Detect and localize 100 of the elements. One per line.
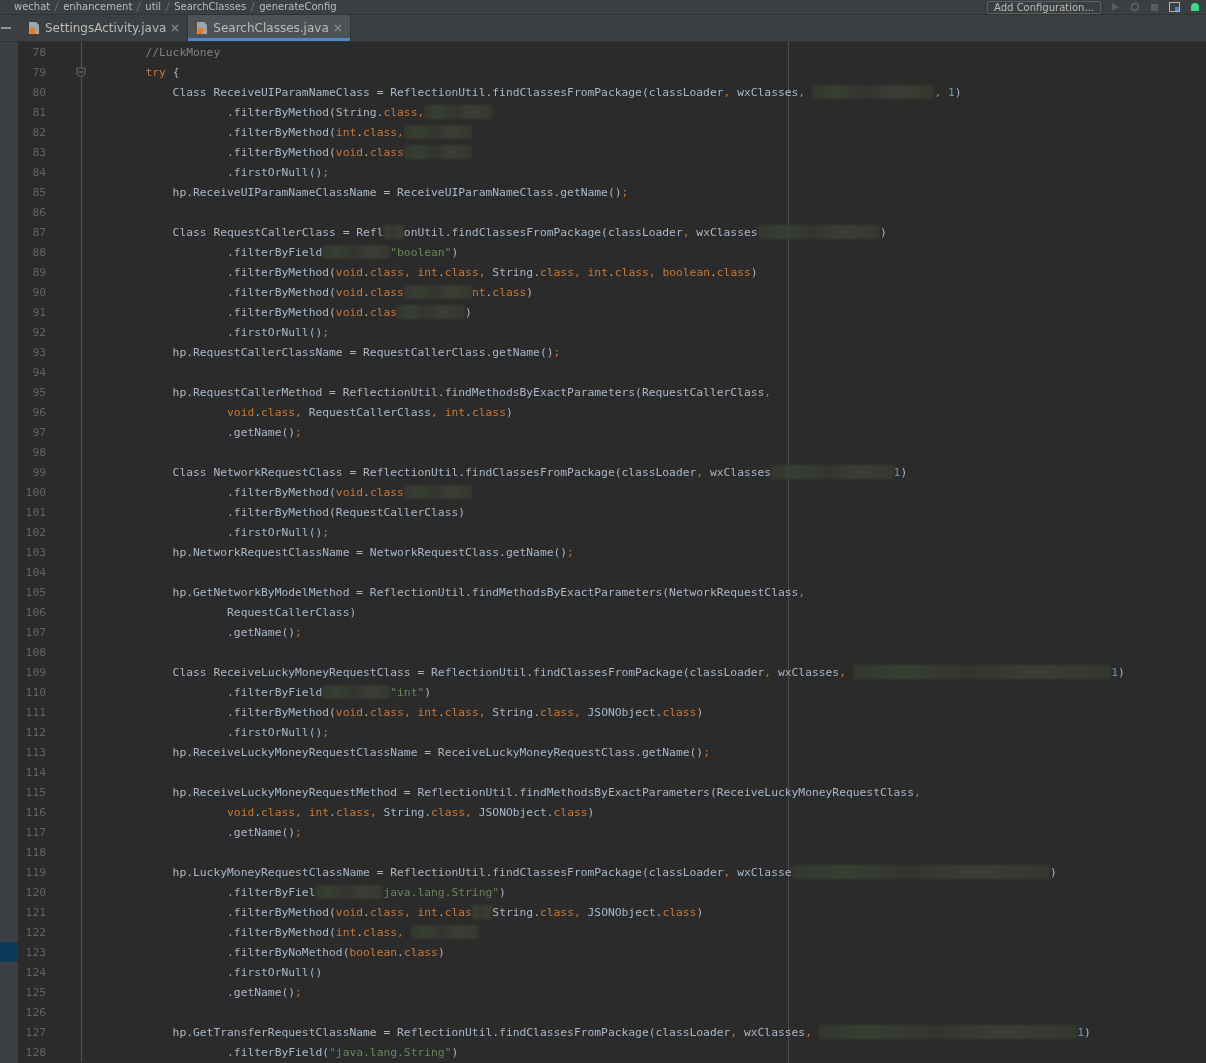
code-line: hp.GetTransferRequestClassName = ReflectionUtil.findClassesFromPackage(classLoader, wxClasses, 1) bbox=[171, 1025, 1092, 1039]
line-number: 102 bbox=[25, 525, 46, 539]
line-number: 111 bbox=[25, 705, 46, 719]
code-line: .getName(); bbox=[226, 425, 303, 439]
line-number: 95 bbox=[32, 385, 46, 399]
line-number: 87 bbox=[32, 225, 46, 239]
tab-label: SettingsActivity.java bbox=[45, 21, 167, 35]
code-line: hp.GetNetworkByModelMethod = ReflectionUtil.findMethodsByExactParameters(NetworkRequestClass, bbox=[171, 585, 807, 599]
fold-icon[interactable] bbox=[76, 66, 86, 78]
line-number: 100 bbox=[25, 485, 46, 499]
editor-tab[interactable]: SearchClasses.java bbox=[188, 15, 351, 41]
line-number: 120 bbox=[25, 885, 46, 899]
breadcrumb-item[interactable]: wechat bbox=[14, 1, 51, 13]
line-number: 92 bbox=[32, 325, 46, 339]
run-icon[interactable] bbox=[1111, 2, 1120, 12]
line-number: 113 bbox=[25, 745, 46, 759]
line-number: 119 bbox=[25, 865, 46, 879]
code-line: void.class, RequestCallerClass, int.class) bbox=[226, 405, 514, 419]
breadcrumb-item[interactable]: SearchClasses bbox=[174, 1, 247, 13]
code-line: void.class, int.class, String.class, JSONObject.class) bbox=[226, 805, 596, 819]
line-number: 104 bbox=[25, 565, 46, 579]
line-number: 112 bbox=[25, 725, 46, 739]
code-line: .filterByMethod(void.clas ) bbox=[226, 305, 473, 319]
line-number: 103 bbox=[25, 545, 46, 559]
code-line: hp.RequestCallerClassName = RequestCallerClass.getName(); bbox=[171, 345, 562, 359]
code-line: hp.RequestCallerMethod = ReflectionUtil.findMethodsByExactParameters(RequestCallerClass, bbox=[171, 385, 773, 399]
java-file-icon bbox=[28, 21, 40, 35]
code-line: hp.ReceiveLuckyMoneyRequestMethod = ReflectionUtil.findMethodsByExactParameters(ReceiveLuckyMoneyRequestClass, bbox=[171, 785, 922, 799]
line-number: 86 bbox=[32, 205, 46, 219]
line-number: 125 bbox=[25, 985, 46, 999]
code-line: .firstOrNull(); bbox=[226, 725, 331, 739]
code-line: .filterByFiel java.lang.String") bbox=[226, 885, 507, 899]
line-number: 101 bbox=[25, 505, 46, 519]
line-number: 124 bbox=[25, 965, 46, 979]
code-line: .getName(); bbox=[226, 825, 303, 839]
line-number: 94 bbox=[32, 365, 46, 379]
line-number: 91 bbox=[32, 305, 46, 319]
line-number: 78 bbox=[32, 45, 46, 59]
line-number: 98 bbox=[32, 445, 46, 459]
breadcrumb-item[interactable]: util bbox=[145, 1, 162, 13]
line-number: 93 bbox=[32, 345, 46, 359]
line-number: 117 bbox=[25, 825, 46, 839]
breadcrumb-item[interactable]: enhancement bbox=[63, 1, 133, 13]
line-number: 89 bbox=[32, 265, 46, 279]
line-number: 106 bbox=[25, 605, 46, 619]
line-number: 90 bbox=[32, 285, 46, 299]
line-number: 110 bbox=[25, 685, 46, 699]
code-line: .filterByMethod(String.class, bbox=[82, 105, 1206, 119]
line-number: 84 bbox=[32, 165, 46, 179]
run-configuration-button[interactable]: Add Configuration... bbox=[987, 0, 1101, 14]
code-line: hp.LuckyMoneyRequestClassName = ReflectionUtil.findClassesFromPackage(classLoader, wxClasse ) bbox=[171, 865, 1058, 879]
tab-label: SearchClasses.java bbox=[213, 21, 329, 35]
line-number: 88 bbox=[32, 245, 46, 259]
line-number: 118 bbox=[25, 845, 46, 859]
line-number: 128 bbox=[25, 1045, 46, 1059]
code-line: .firstOrNull(); bbox=[226, 325, 331, 339]
line-number: 121 bbox=[25, 905, 46, 919]
code-line: .filterByNoMethod(boolean.class) bbox=[226, 945, 446, 959]
code-line: .filterByField "boolean") bbox=[226, 245, 460, 259]
line-number: 81 bbox=[32, 105, 46, 119]
line-number: 122 bbox=[25, 925, 46, 939]
code-line: hp.ReceiveLuckyMoneyRequestClassName = ReceiveLuckyMoneyRequestClass.getName(); bbox=[171, 745, 711, 759]
code-line: .filterByMethod(void.class bbox=[82, 485, 1206, 499]
layout-icon[interactable] bbox=[1169, 2, 1180, 12]
close-icon[interactable] bbox=[171, 24, 180, 32]
line-number: 109 bbox=[25, 665, 46, 679]
line-number: 85 bbox=[32, 185, 46, 199]
code-line: .filterByMethod(void.class, int.class, String.class, JSONObject.class) bbox=[226, 705, 705, 719]
code-line: .filterByMethod(void.class, int.class, String.class, int.class, boolean.class) bbox=[226, 265, 759, 279]
code-line: .getName(); bbox=[226, 625, 303, 639]
code-line: .filterByMethod(RequestCallerClass) bbox=[226, 505, 467, 519]
code-line: .firstOrNull(); bbox=[226, 525, 331, 539]
java-file-icon bbox=[196, 21, 209, 35]
stop-icon[interactable] bbox=[1150, 2, 1159, 12]
code-line: .firstOrNull() bbox=[226, 965, 324, 979]
code-line: .filterByMethod(void.class bbox=[82, 145, 1206, 159]
code-line: Class ReceiveUIParamNameClass = ReflectionUtil.findClassesFromPackage(classLoader, wxClasses, , 1) bbox=[171, 85, 963, 99]
code-line: .filterByField("java.lang.String") bbox=[226, 1045, 460, 1059]
line-number: 127 bbox=[25, 1025, 46, 1039]
line-number: 96 bbox=[32, 405, 46, 419]
code-line: hp.NetworkRequestClassName = NetworkRequestClass.getName(); bbox=[171, 545, 575, 559]
code-line: //LuckMoney bbox=[144, 45, 222, 59]
line-number: 107 bbox=[25, 625, 46, 639]
line-number: 108 bbox=[25, 645, 46, 659]
breadcrumb-item[interactable]: generateConfig bbox=[259, 1, 337, 13]
code-line: .filterByMethod(int.class, bbox=[82, 125, 1206, 139]
code-line: RequestCallerClass) bbox=[226, 605, 358, 619]
line-number: 114 bbox=[25, 765, 46, 779]
code-line: .filterByMethod(int.class, bbox=[82, 925, 1206, 939]
line-number: 115 bbox=[25, 785, 46, 799]
line-number: 116 bbox=[25, 805, 46, 819]
code-line: try { bbox=[144, 65, 181, 79]
line-number: 126 bbox=[25, 1005, 46, 1019]
close-icon[interactable] bbox=[333, 24, 342, 32]
line-number: 79 bbox=[32, 65, 46, 79]
code-line: Class NetworkRequestClass = ReflectionUtil.findClassesFromPackage(classLoader, wxClasses 1) bbox=[171, 465, 909, 479]
code-line: Class ReceiveLuckyMoneyRequestClass = ReflectionUtil.findClassesFromPackage(classLoader, wxClasses, 1) bbox=[171, 665, 1126, 679]
code-line: hp.ReceiveUIParamNameClassName = ReceiveUIParamNameClass.getName(); bbox=[171, 185, 630, 199]
line-number: 83 bbox=[32, 145, 46, 159]
line-number: 123 bbox=[25, 945, 46, 959]
